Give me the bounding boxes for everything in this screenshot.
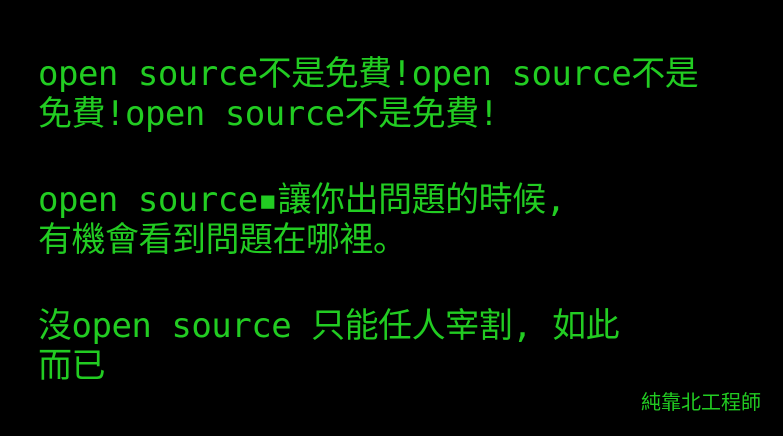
paragraph-3-line-2: 而已 [38,346,106,386]
terminal-screen: open source不是免費!open source不是 免費!open so… [0,0,783,436]
paragraph-1-line-1: open source不是免費!open source不是 [38,54,699,94]
paragraph-2-line-1: open source▪讓你出問題的時候, [38,180,566,220]
paragraph-3-line-1: 沒open source 只能任人宰割, 如此 [38,306,620,346]
signature: 純靠北工程師 [641,390,761,414]
paragraph-2-line-2: 有機會看到問題在哪裡。 [38,220,407,260]
paragraph-1-line-2: 免費!open source不是免費! [38,94,499,134]
paragraph-no-open-source: 沒open source 只能任人宰割, 如此 而已 [38,306,620,386]
paragraph-free-not-free: open source不是免費!open source不是 免費!open so… [38,54,699,134]
paragraph-see-problem: open source▪讓你出問題的時候, 有機會看到問題在哪裡。 [38,180,566,260]
